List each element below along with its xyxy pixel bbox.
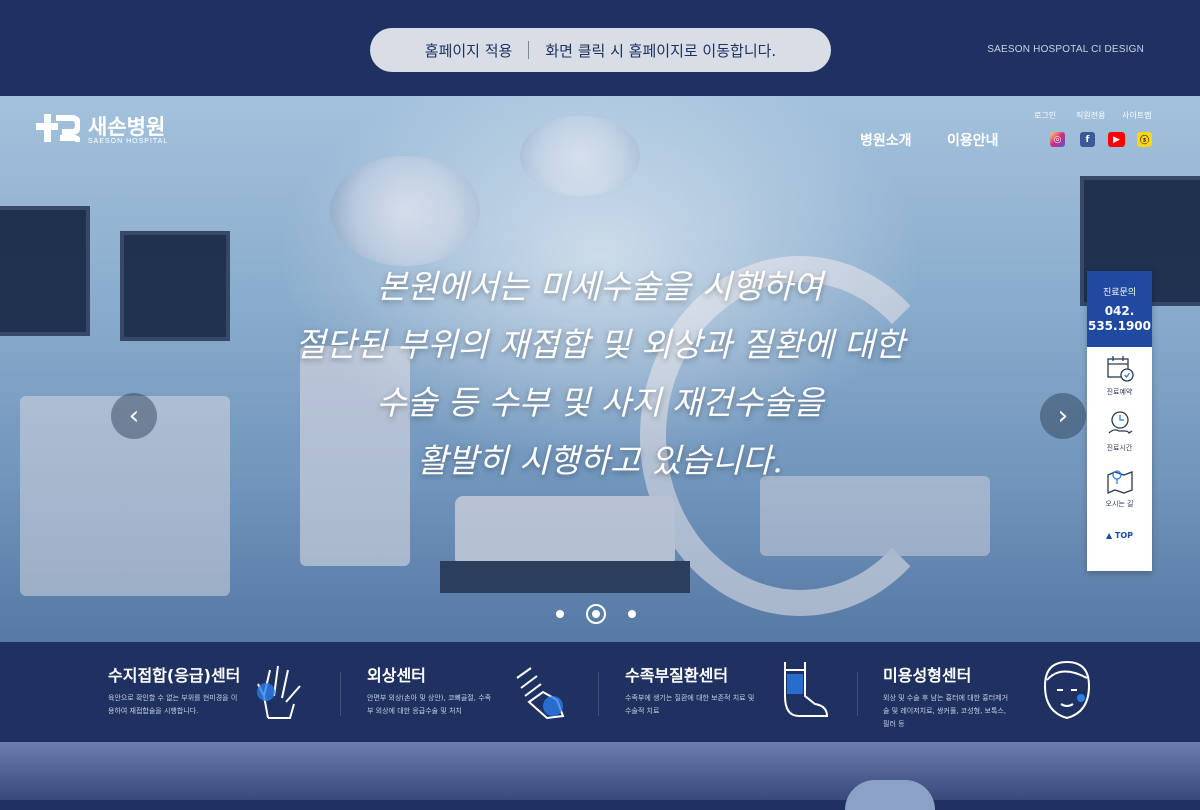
slide-dot-1[interactable] [556, 610, 564, 618]
center-foot-hand-disease[interactable]: 수족부질환센터 수족부에 생기는 질환에 대한 보존적 치료 및 수술적 치료 [625, 642, 845, 742]
center-trauma[interactable]: 외상센터 안면부 외상(손아 및 상안), 코뼈골절, 수족부 외상에 대한 응… [367, 642, 587, 742]
ci-design-label: SAESON HOSPOTAL CI DESIGN [987, 44, 1144, 55]
center-title: 수지접합(응급)센터 [108, 666, 241, 685]
next-slide-button[interactable]: › [1040, 393, 1086, 439]
slide-dot-2[interactable] [586, 604, 606, 624]
nav-item-guide[interactable]: 이용안내 [947, 130, 999, 150]
clock-hand-icon [1108, 411, 1132, 434]
bandaged-hand-icon [516, 667, 565, 720]
staff-only-link[interactable]: 직원전용 [1076, 110, 1105, 121]
hero-line-3: 수술 등 수부 및 사지 재건수술을 [376, 383, 824, 422]
notice-text: 화면 클릭 시 홈페이지로 이동합니다. [545, 41, 777, 60]
center-hand-replant[interactable]: 수지접합(응급)센터 육안으로 확인할 수 없는 부위를 현미경을 이용하여 재… [108, 642, 328, 742]
call-box[interactable]: 진료문의 042. 535.1900 [1087, 271, 1152, 347]
kakaostory-icon[interactable]: ⓢ [1137, 132, 1152, 147]
center-divider [857, 672, 858, 716]
apply-label: 홈페이지 적용 [424, 41, 513, 60]
reservation-item[interactable]: 진료예약 [1087, 347, 1152, 403]
prev-slide-button[interactable]: ‹ [111, 393, 157, 439]
top-banner: 홈페이지 적용 화면 클릭 시 홈페이지로 이동합니다. SAESON HOSP… [0, 0, 1200, 96]
logo-name-ko: 새손병원 [88, 114, 166, 139]
login-link[interactable]: 로그인 [1034, 110, 1056, 121]
call-number-2: 535.1900 [1087, 319, 1151, 333]
center-title: 수족부질환센터 [625, 666, 729, 685]
building-image [845, 780, 935, 810]
slide-dot-3[interactable] [628, 610, 636, 618]
center-desc: 외상 및 수술 후 남는 흉터에 대한 흉터제거술 및 레이저치료, 쌍커풀, … [883, 694, 1009, 728]
center-title: 미용성형센터 [883, 666, 972, 685]
center-divider [598, 672, 599, 716]
call-title: 진료문의 [1102, 288, 1137, 298]
chevron-right-icon: › [1057, 401, 1069, 431]
scroll-top-button[interactable]: ▲ TOP [1087, 515, 1152, 540]
hero-line-1: 본원에서는 미세수술을 시행하여 [376, 267, 824, 306]
foot-cast-icon [784, 662, 829, 717]
face-icon [1043, 660, 1091, 720]
sitemap-link[interactable]: 사이트맵 [1122, 110, 1151, 121]
quick-menu: 진료문의 042. 535.1900 진료예약 진료시간 오시는 길 ▲ TOP [1087, 271, 1152, 571]
facebook-icon[interactable]: f [1080, 132, 1095, 147]
homepage-apply-pill[interactable]: 홈페이지 적용 화면 클릭 시 홈페이지로 이동합니다. [370, 28, 831, 72]
youtube-icon[interactable]: ▶ [1108, 132, 1125, 147]
hospital-logo[interactable]: 새손병원 SAESON HOSPITAL [36, 112, 168, 148]
centers-section: 수지접합(응급)센터 육안으로 확인할 수 없는 부위를 현미경을 이용하여 재… [0, 642, 1200, 742]
call-number-1: 042. [1104, 304, 1135, 318]
hand-xray-icon [257, 665, 301, 719]
center-desc: 육안으로 확인할 수 없는 부위를 현미경을 이용하여 재접합술을 시행합니다. [108, 694, 238, 715]
center-title: 외상센터 [367, 666, 426, 685]
logo-mark-icon [36, 112, 82, 148]
instagram-icon[interactable]: ◎ [1050, 132, 1065, 147]
calendar-icon [1106, 356, 1134, 382]
center-desc: 수족부에 생기는 질환에 대한 보존적 치료 및 수술적 치료 [625, 694, 755, 715]
pill-divider [528, 41, 530, 59]
logo-name-en: SAESON HOSPITAL [88, 137, 169, 145]
hero-line-2: 절단된 부위의 재접합 및 외상과 질환에 대한 [295, 325, 905, 364]
hours-label: 진료시간 [1106, 444, 1133, 452]
center-divider [340, 672, 341, 716]
chevron-left-icon: ‹ [128, 401, 140, 431]
reservation-label: 진료예약 [1106, 388, 1133, 396]
map-pin-icon [1106, 470, 1133, 494]
center-cosmetic[interactable]: 미용성형센터 외상 및 수술 후 남는 흉터에 대한 흉터제거술 및 레이저치료… [883, 642, 1103, 742]
slide-pagination [556, 604, 636, 624]
hero-headline: 본원에서는 미세수술을 시행하여 절단된 부위의 재접합 및 외상과 질환에 대… [270, 258, 930, 490]
center-desc: 안면부 외상(손아 및 상안), 코뼈골절, 수족부 외상에 대한 응급수술 및… [367, 694, 492, 715]
nav-item-about[interactable]: 병원소개 [860, 130, 912, 150]
next-section-preview [0, 742, 1200, 810]
hours-item[interactable]: 진료시간 [1087, 403, 1152, 459]
directions-item[interactable]: 오시는 길 [1087, 459, 1152, 515]
hero-line-4: 활발히 시행하고 있습니다. [417, 441, 783, 480]
directions-label: 오시는 길 [1105, 500, 1134, 508]
